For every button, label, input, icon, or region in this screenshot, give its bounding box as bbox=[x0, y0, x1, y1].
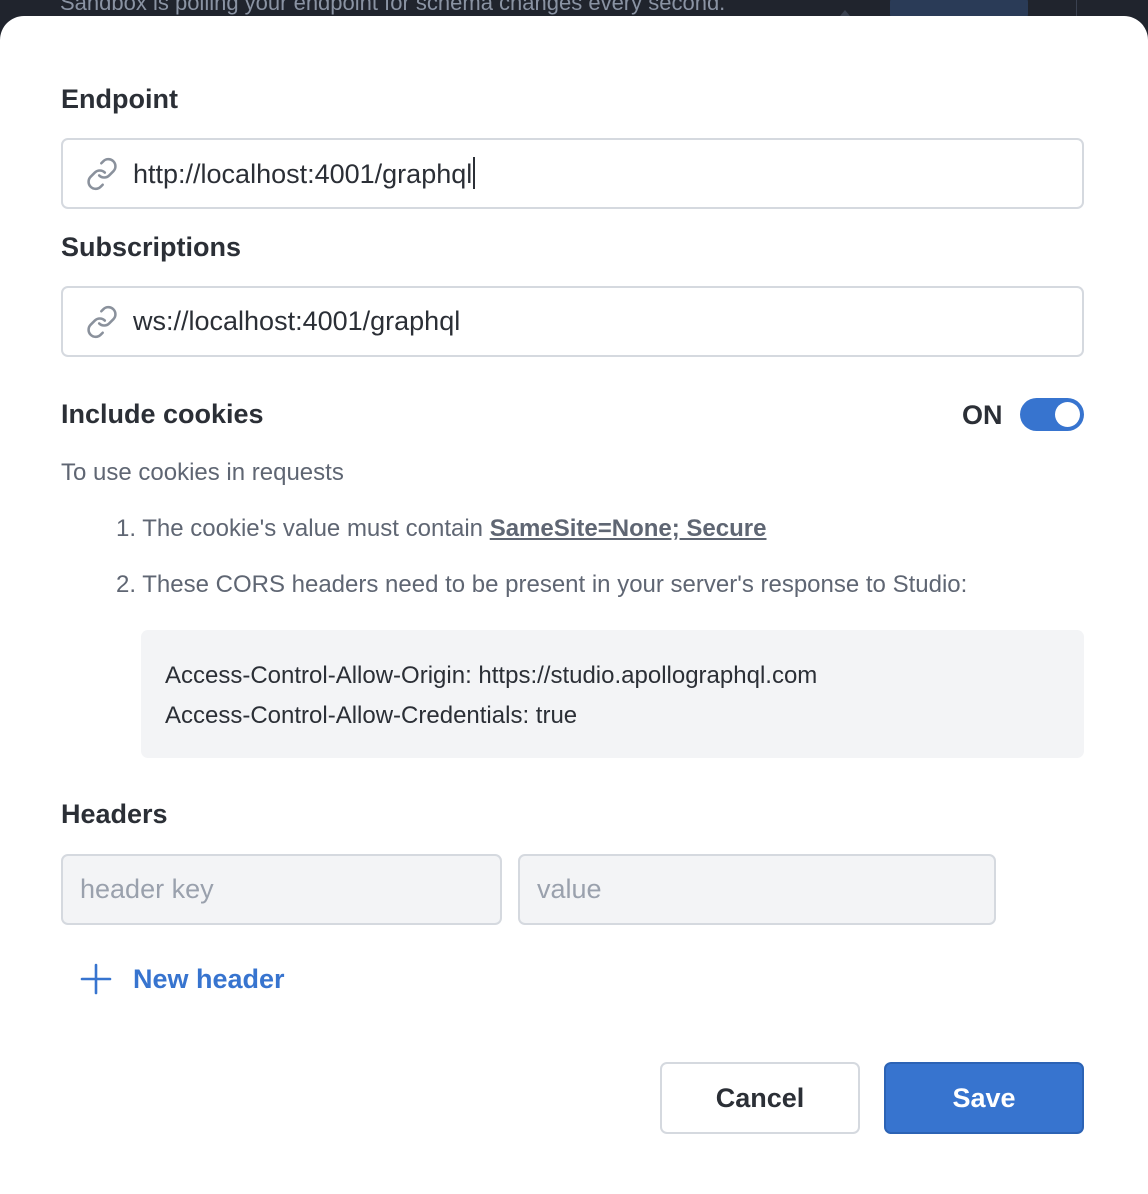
code-line: Access-Control-Allow-Origin: https://stu… bbox=[165, 662, 818, 689]
save-button[interactable]: Save bbox=[884, 1062, 1084, 1134]
endpoint-value: http://localhost:4001/graphql bbox=[133, 157, 476, 190]
text-cursor bbox=[473, 157, 476, 189]
code-line: Access-Control-Allow-Credentials: true bbox=[165, 702, 578, 729]
endpoint-label: Endpoint bbox=[61, 84, 178, 114]
samesite-link[interactable]: SameSite=None; Secure bbox=[490, 515, 767, 542]
toggle-knob bbox=[1055, 402, 1080, 427]
endpoint-input[interactable]: http://localhost:4001/graphql bbox=[61, 138, 1084, 209]
new-header-button[interactable]: New header bbox=[80, 962, 285, 996]
subscriptions-input[interactable]: ws://localhost:4001/graphql bbox=[61, 286, 1084, 357]
link-icon bbox=[85, 157, 119, 191]
header-key-input[interactable] bbox=[61, 854, 502, 925]
toggle-state-label: ON bbox=[962, 400, 1003, 430]
header-value-input[interactable] bbox=[518, 854, 996, 925]
subscriptions-label: Subscriptions bbox=[61, 232, 242, 262]
cancel-button[interactable]: Cancel bbox=[660, 1062, 860, 1134]
link-icon bbox=[85, 305, 119, 339]
plus-icon bbox=[80, 963, 112, 995]
include-cookies-label: Include cookies bbox=[61, 399, 264, 429]
connection-settings-modal: Endpoint http://localhost:4001/graphql S… bbox=[0, 16, 1148, 1194]
cookie-step-2: 2. These CORS headers need to be present… bbox=[116, 571, 968, 598]
headers-label: Headers bbox=[61, 799, 168, 829]
cookie-step-1: 1. The cookie's value must contain SameS… bbox=[116, 515, 767, 542]
subscriptions-value: ws://localhost:4001/graphql bbox=[133, 306, 461, 336]
new-header-label: New header bbox=[133, 963, 285, 994]
cookies-description: To use cookies in requests bbox=[61, 459, 344, 486]
background-polling-text: Sandbox is polling your endpoint for sch… bbox=[60, 0, 726, 15]
include-cookies-toggle[interactable] bbox=[1020, 398, 1084, 431]
cors-headers-code-block: Access-Control-Allow-Origin: https://stu… bbox=[141, 630, 1084, 758]
